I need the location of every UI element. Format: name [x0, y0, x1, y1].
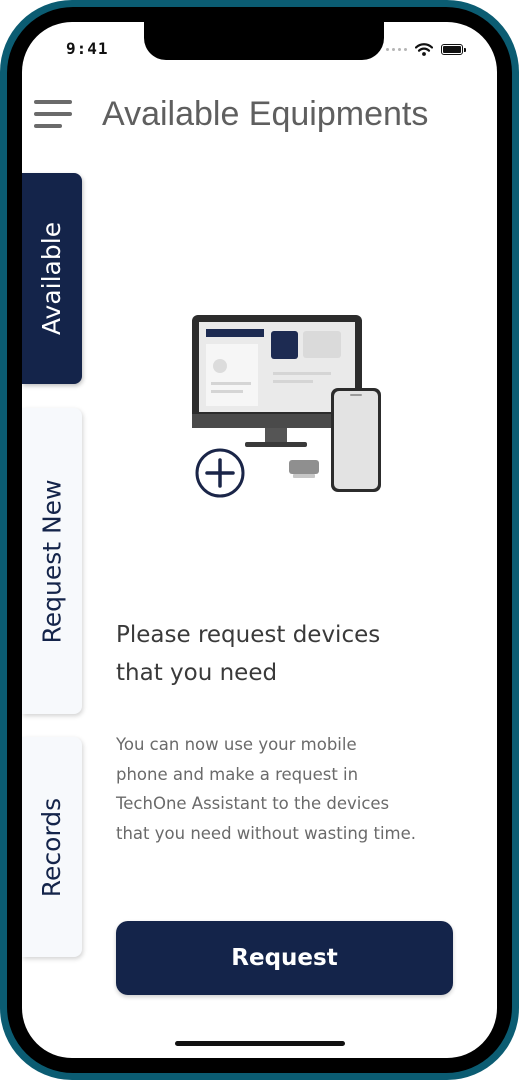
- empty-state-heading: Please request devices that you need: [116, 616, 476, 692]
- tab-records[interactable]: Records: [22, 737, 82, 957]
- tab-available-label: Available: [37, 221, 67, 336]
- status-icons: [386, 42, 466, 56]
- app-screen: 9:41 Available Equipments Available Requ…: [22, 22, 497, 1058]
- description-line: that you need without wasting time.: [116, 823, 417, 843]
- tab-records-label: Records: [37, 797, 67, 897]
- description-line: TechOne Assistant to the devices: [116, 794, 390, 813]
- battery-icon: [441, 43, 466, 55]
- device-notch: [144, 22, 384, 60]
- heading-line: that you need: [116, 660, 278, 686]
- signal-icon: [386, 47, 407, 51]
- status-time: 9:41: [66, 39, 109, 58]
- home-indicator[interactable]: [175, 1041, 345, 1046]
- hamburger-menu-icon[interactable]: [34, 100, 72, 132]
- tab-available[interactable]: Available: [22, 173, 82, 384]
- device-icon: [289, 460, 319, 474]
- empty-state-description: You can now use your mobile phone and ma…: [116, 730, 486, 848]
- tab-request-new[interactable]: Request New: [22, 408, 82, 714]
- heading-line: Please request devices: [116, 622, 381, 648]
- wifi-icon: [415, 42, 433, 56]
- page-title: Available Equipments: [102, 95, 429, 133]
- devices-illustration: [192, 315, 381, 498]
- description-line: phone and make a request in: [116, 764, 359, 784]
- request-button[interactable]: Request: [116, 921, 453, 995]
- tab-request-new-label: Request New: [37, 478, 67, 644]
- description-line: You can now use your mobile: [116, 735, 357, 754]
